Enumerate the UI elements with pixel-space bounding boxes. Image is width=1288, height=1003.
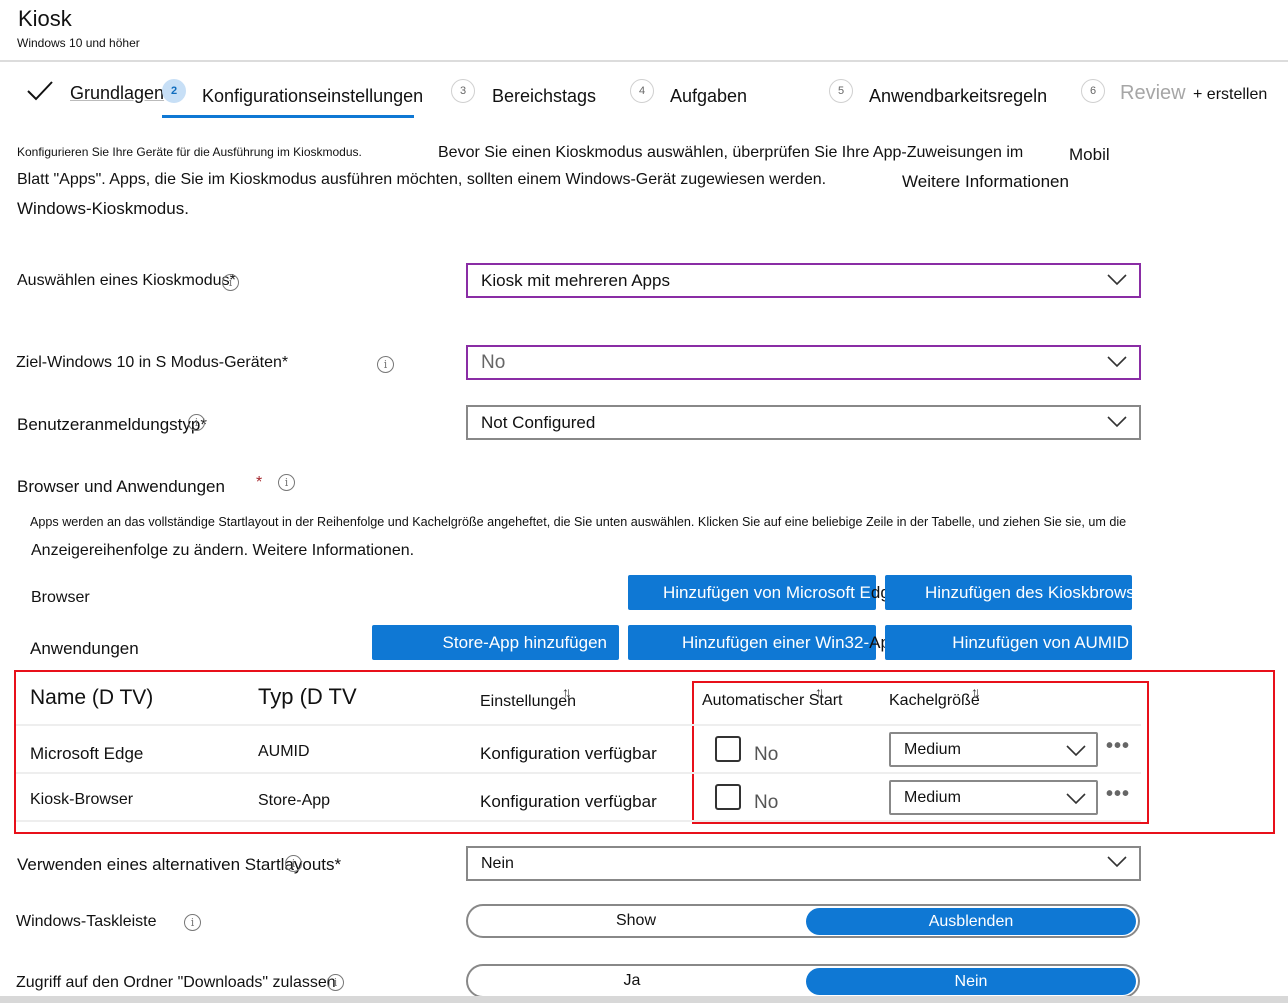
chevron-down-icon xyxy=(1066,791,1086,810)
info-icon[interactable]: i xyxy=(188,414,205,431)
row-divider xyxy=(16,772,1141,774)
kiosk-mode-label-text: Auswählen eines Kioskmodus xyxy=(17,272,230,289)
chevron-down-icon xyxy=(1107,353,1127,373)
info-icon[interactable]: i xyxy=(184,914,201,931)
step-2-badge: 2 xyxy=(162,79,186,103)
info-icon[interactable]: i xyxy=(377,356,394,373)
downloads-access-label: Zugriff auf den Ordner "Downloads" zulas… xyxy=(16,974,336,991)
step-6-badge: 6 xyxy=(1081,79,1105,103)
taskbar-label: Windows-Taskleiste xyxy=(16,913,157,930)
tile-size-dropdown[interactable]: Medium xyxy=(889,732,1098,767)
chevron-down-icon xyxy=(1107,413,1127,433)
autostart-checkbox[interactable] xyxy=(715,736,741,762)
s-mode-value: No xyxy=(481,351,506,373)
add-kiosk-browser-button[interactable]: Hinzufügen des Kioskbrows xyxy=(885,575,1132,610)
active-tab-indicator xyxy=(162,115,414,118)
tab-konfigurationseinstellungen[interactable]: Konfigurationseinstellungen xyxy=(202,86,423,107)
chevron-down-icon xyxy=(1107,271,1127,291)
logon-type-label: Benutzeranmeldungstyp* xyxy=(17,415,207,435)
tab-aufgaben[interactable]: Aufgaben xyxy=(670,86,747,107)
step-4-badge: 4 xyxy=(630,79,654,103)
intro-text-line1: Bevor Sie einen Kioskmodus auswählen, üb… xyxy=(438,144,1024,161)
info-icon[interactable]: i xyxy=(327,974,344,991)
app-name: Kiosk-Browser xyxy=(30,791,134,808)
downloads-option-yes[interactable]: Ja xyxy=(468,966,796,996)
page-title: Kiosk xyxy=(18,6,72,31)
mobile-apps-link[interactable]: Mobil xyxy=(1069,145,1110,165)
taskbar-option-show[interactable]: Show xyxy=(468,906,804,936)
add-store-app-button[interactable]: Store-App hinzufügen xyxy=(372,625,619,660)
row-divider xyxy=(16,820,1141,822)
s-mode-dropdown[interactable]: No xyxy=(466,345,1141,380)
required-marker: * xyxy=(256,474,263,491)
sort-icon[interactable]: ↑↓ xyxy=(815,684,825,700)
app-settings[interactable]: Konfiguration verfügbar xyxy=(480,792,657,812)
kiosk-mode-label: Auswählen eines Kioskmodus* xyxy=(17,272,236,290)
tab-grundlagen[interactable]: Grundlagen xyxy=(70,83,164,104)
applications-label: Anwendungen xyxy=(30,639,139,658)
add-win32-app-button-label: Hinzufügen einer Win32- xyxy=(682,632,870,652)
autostart-checkbox[interactable] xyxy=(715,784,741,810)
page-subtitle: Windows 10 und höher xyxy=(17,36,140,50)
more-options-icon[interactable]: ••• xyxy=(1106,735,1130,758)
add-microsoft-edge-button-label: Hinzufügen von Microsoft E xyxy=(663,582,871,602)
bottom-scroll-edge xyxy=(0,996,1288,1003)
step-5-badge: 5 xyxy=(829,79,853,103)
apps-description-line1: Apps werden an das vollständige Startlay… xyxy=(30,515,1127,529)
app-type: AUMID xyxy=(258,743,310,760)
learn-more-link[interactable]: Weitere Informationen xyxy=(902,172,1069,192)
downloads-access-toggle[interactable]: Ja Nein xyxy=(466,964,1140,998)
checkmark-icon xyxy=(26,80,54,107)
tab-review[interactable]: Review xyxy=(1120,82,1186,105)
downloads-option-no[interactable]: Nein xyxy=(806,968,1136,995)
app-type: Store-App xyxy=(258,792,331,809)
sort-icon[interactable]: ↑↓ xyxy=(562,684,572,700)
autostart-value: No xyxy=(754,792,779,813)
column-header-name[interactable]: Name (D TV) xyxy=(30,686,153,710)
row-divider xyxy=(16,724,1141,726)
autostart-value: No xyxy=(754,744,779,765)
intro-text-line2: Blatt "Apps". Apps, die Sie im Kioskmodu… xyxy=(17,171,827,188)
sort-icon[interactable]: ↑↓ xyxy=(971,684,981,700)
tab-review-create-suffix: + erstellen xyxy=(1193,86,1268,103)
tile-size-dropdown[interactable]: Medium xyxy=(889,780,1098,815)
tile-size-value: Medium xyxy=(904,788,961,806)
logon-type-dropdown[interactable]: Not Configured xyxy=(466,405,1141,440)
column-header-tile-size[interactable]: Kachelgröße xyxy=(889,692,980,710)
taskbar-toggle[interactable]: Show Ausblenden xyxy=(466,904,1140,938)
tile-size-value: Medium xyxy=(904,740,961,758)
info-icon[interactable]: i xyxy=(278,474,295,491)
info-icon[interactable]: i xyxy=(222,274,239,291)
browsers-apps-label: Browser und Anwendungen xyxy=(17,477,225,496)
tab-bereichstags[interactable]: Bereichstags xyxy=(492,86,596,107)
logon-type-label-text: Benutzeranmeldungstyp xyxy=(17,415,201,434)
more-options-icon[interactable]: ••• xyxy=(1106,783,1130,806)
add-win32-app-button[interactable]: Hinzufügen einer Win32-App xyxy=(628,625,899,660)
app-name: Microsoft Edge xyxy=(30,744,144,763)
chevron-down-icon xyxy=(1107,854,1127,873)
column-header-type[interactable]: Typ (D TV xyxy=(258,684,357,710)
tab-anwendbarkeitsregeln[interactable]: Anwendbarkeitsregeln xyxy=(869,86,1047,107)
logon-type-value: Not Configured xyxy=(481,412,596,432)
s-mode-label: Ziel-Windows 10 in S Modus-Geräten* xyxy=(16,354,289,371)
add-aumid-button[interactable]: Hinzufügen von AUMID xyxy=(885,625,1132,660)
chevron-down-icon xyxy=(1066,743,1086,762)
taskbar-option-hide[interactable]: Ausblenden xyxy=(806,908,1136,935)
info-icon[interactable]: i xyxy=(285,855,302,872)
alt-start-layout-dropdown[interactable]: Nein xyxy=(466,846,1141,881)
app-settings[interactable]: Konfiguration verfügbar xyxy=(480,744,657,764)
kiosk-mode-dropdown[interactable]: Kiosk mit mehreren Apps xyxy=(466,263,1141,298)
browser-label: Browser xyxy=(31,589,90,606)
apps-description-line2: Anzeigereihenfolge zu ändern. Weitere In… xyxy=(31,542,415,559)
add-microsoft-edge-button[interactable]: Hinzufügen von Microsoft Edge xyxy=(628,575,899,610)
intro-text-line3: Windows-Kioskmodus. xyxy=(17,199,189,218)
kiosk-mode-value: Kiosk mit mehreren Apps xyxy=(481,270,670,290)
alt-start-layout-value: Nein xyxy=(481,854,514,872)
intro-text-small: Konfigurieren Sie Ihre Geräte für die Au… xyxy=(17,145,362,159)
header-divider xyxy=(0,60,1288,62)
column-header-autostart[interactable]: Automatischer Start xyxy=(702,692,843,710)
step-3-badge: 3 xyxy=(451,79,475,103)
